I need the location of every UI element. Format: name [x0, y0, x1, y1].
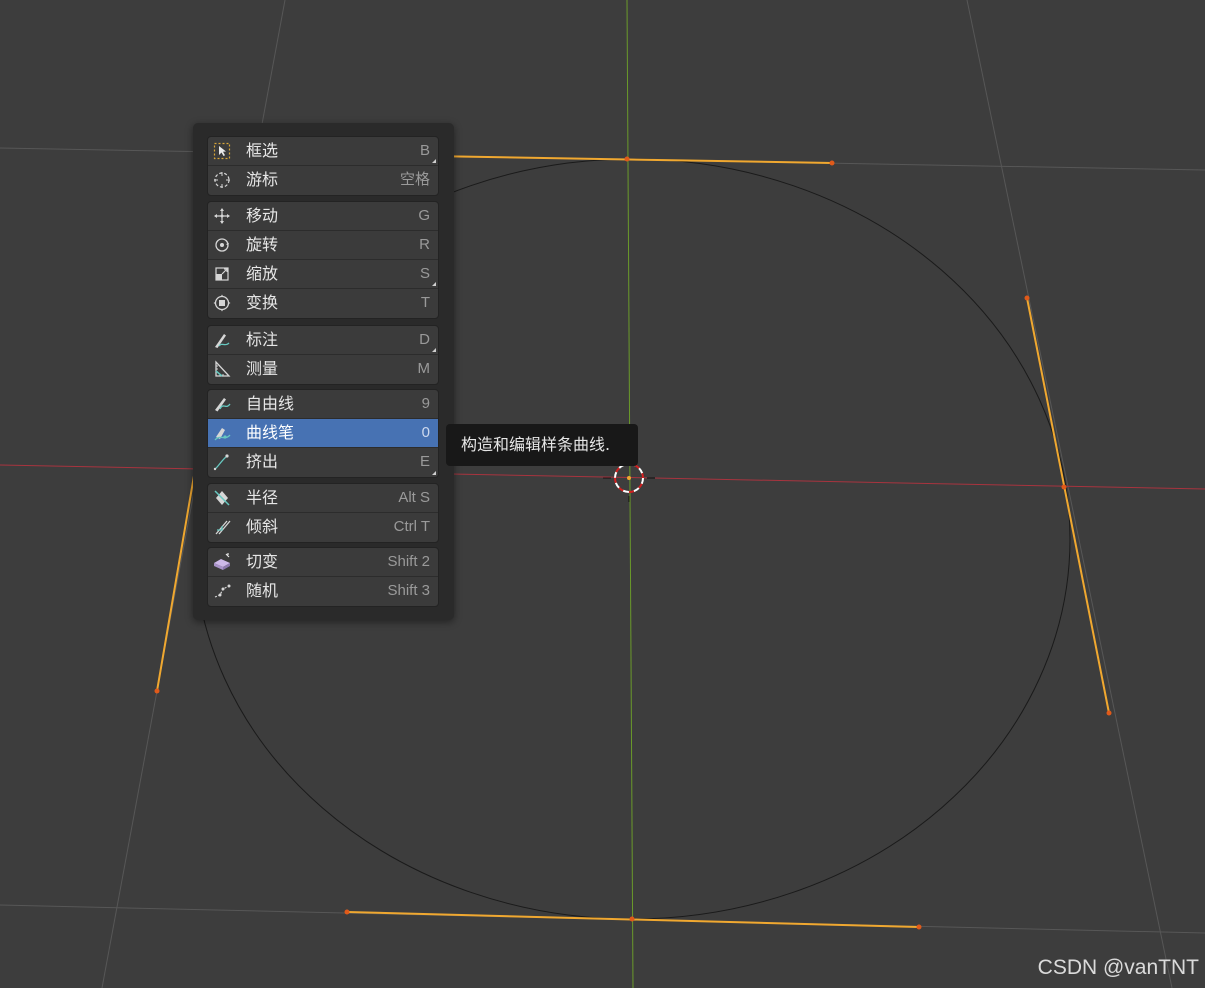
menu-item-shortcut: Shift 2 — [387, 553, 430, 570]
menu-group: 切变 Shift 2 随机 Shift 3 — [207, 547, 439, 607]
menu-item-radius[interactable]: 半径 Alt S — [208, 484, 438, 513]
menu-item-shear[interactable]: 切变 Shift 2 — [208, 548, 438, 577]
curve-pen-icon — [214, 428, 231, 441]
handle-point — [154, 688, 160, 694]
handle-point — [344, 909, 350, 915]
measure-icon — [215, 360, 231, 377]
transform-icon — [213, 294, 231, 312]
y-axis-line — [626, 0, 634, 988]
handle-point — [629, 916, 635, 922]
annotate-icon — [215, 334, 230, 348]
menu-item-curve-pen[interactable]: 曲线笔 0 — [208, 419, 438, 448]
handle-point — [829, 160, 835, 166]
menu-item-shortcut: T — [420, 294, 430, 311]
tooltip-text: 构造和编辑样条曲线. — [461, 435, 611, 454]
menu-item-annotate[interactable]: 标注 D — [208, 326, 438, 355]
menu-item-label: 缩放 — [246, 264, 279, 283]
scale-icon — [215, 267, 229, 281]
menu-item-label: 自由线 — [246, 394, 295, 413]
menu-item-extrude[interactable]: 挤出 E — [208, 448, 438, 477]
radius-icon — [214, 490, 230, 506]
randomize-icon — [214, 584, 231, 598]
submenu-indicator — [432, 159, 436, 163]
menu-item-rotate[interactable]: 旋转 R — [208, 231, 438, 260]
menu-item-label: 旋转 — [246, 235, 279, 254]
menu-item-shortcut: Ctrl T — [393, 518, 430, 535]
menu-item-shortcut: G — [418, 207, 430, 224]
menu-item-shortcut: 9 — [421, 395, 430, 412]
menu-item-draw[interactable]: 自由线 9 — [208, 390, 438, 419]
menu-group: 移动 G 旋转 R 缩放 S 变换 T — [207, 201, 439, 319]
submenu-indicator — [432, 282, 436, 286]
move-icon — [214, 208, 230, 224]
menu-item-label: 半径 — [246, 488, 279, 507]
menu-group: 半径 Alt S 倾斜 Ctrl T — [207, 483, 439, 543]
menu-item-shortcut: B — [419, 142, 430, 159]
menu-group: 标注 D 测量 M — [207, 325, 439, 385]
menu-item-shortcut: S — [419, 265, 430, 282]
menu-item-label: 框选 — [246, 141, 279, 160]
menu-item-shortcut: 0 — [421, 424, 430, 441]
handle-left — [156, 469, 196, 692]
handle-point — [624, 156, 630, 162]
handle-point — [1024, 295, 1030, 301]
shear-icon — [214, 553, 230, 570]
watermark: CSDN @vanTNT — [1037, 956, 1199, 979]
menu-item-scale[interactable]: 缩放 S — [208, 260, 438, 289]
menu-item-shortcut: Shift 3 — [387, 582, 430, 599]
menu-item-shortcut: M — [417, 360, 431, 377]
3d-viewport[interactable] — [0, 0, 1205, 988]
x-axis-line — [0, 464, 1205, 490]
menu-item-select-box[interactable]: 框选 B — [208, 137, 438, 166]
submenu-indicator — [432, 471, 436, 475]
tilt-icon — [215, 520, 231, 535]
menu-item-shortcut: R — [419, 236, 430, 253]
rotate-icon — [215, 238, 229, 252]
cursor-icon — [214, 172, 230, 188]
menu-item-transform[interactable]: 变换 T — [208, 289, 438, 318]
select-box-icon — [213, 142, 231, 160]
viewport-canvas — [0, 0, 1205, 988]
menu-item-tilt[interactable]: 倾斜 Ctrl T — [208, 513, 438, 542]
menu-item-label: 倾斜 — [246, 517, 279, 536]
menu-item-label: 标注 — [246, 330, 279, 349]
grid-line — [966, 0, 1173, 988]
menu-item-label: 随机 — [246, 581, 279, 600]
menu-group: 自由线 9 曲线笔 0 挤出 E — [207, 389, 439, 478]
handle-point — [1106, 710, 1112, 716]
handle-top — [429, 155, 833, 164]
extrude-icon — [213, 454, 229, 471]
menu-item-shortcut: D — [419, 331, 430, 348]
menu-item-move[interactable]: 移动 G — [208, 202, 438, 231]
menu-item-label: 测量 — [246, 359, 279, 378]
submenu-indicator — [432, 348, 436, 352]
tool-popup-menu: 框选 B 游标 空格移动 G 旋转 R 缩放 S 变换 T 标注 D 测量 M 自由线 9 曲线笔 0 挤出 E 半径 Al… — [193, 123, 454, 620]
tooltip: 构造和编辑样条曲线. — [446, 424, 638, 466]
menu-item-label: 变换 — [246, 293, 279, 312]
handle-right — [1026, 297, 1110, 714]
menu-item-label: 游标 — [246, 170, 279, 189]
draw-icon — [215, 398, 231, 412]
menu-item-label: 挤出 — [246, 452, 279, 471]
handle-point — [1061, 484, 1067, 490]
menu-item-label: 切变 — [246, 552, 279, 571]
menu-item-label: 曲线笔 — [246, 423, 295, 442]
menu-item-measure[interactable]: 测量 M — [208, 355, 438, 384]
handle-point — [916, 924, 922, 930]
menu-group: 框选 B 游标 空格 — [207, 136, 439, 196]
menu-item-label: 移动 — [246, 206, 279, 225]
menu-item-shortcut: E — [419, 453, 430, 470]
menu-item-shortcut: Alt S — [398, 489, 430, 506]
menu-item-randomize[interactable]: 随机 Shift 3 — [208, 577, 438, 606]
menu-item-cursor[interactable]: 游标 空格 — [208, 166, 438, 195]
menu-item-shortcut: 空格 — [399, 171, 430, 188]
